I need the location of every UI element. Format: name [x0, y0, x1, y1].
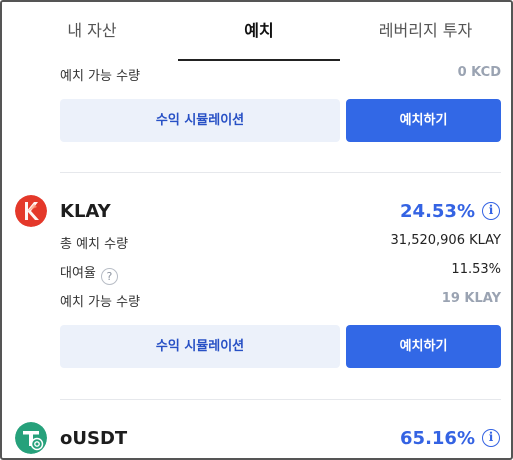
- asset-apy: 24.53%: [400, 201, 475, 222]
- prev-available-row: 예치 가능 수량 0 KCD: [60, 63, 501, 85]
- available-label: 예치 가능 수량: [60, 69, 141, 84]
- utilization-row: 대여율? 11.53%: [60, 260, 501, 285]
- app-frame: 내 자산 예치 레버리지 투자 예치 가능 수량 0 KCD 수익 시뮬레이션 …: [0, 0, 513, 460]
- available-row: 예치 가능 수량 19 KLAY: [60, 289, 501, 311]
- simulate-button[interactable]: 수익 시뮬레이션: [60, 325, 340, 368]
- tab-my-assets[interactable]: 내 자산: [6, 2, 178, 62]
- asset-apy: 65.16%: [400, 428, 475, 449]
- tab-bar: 내 자산 예치 레버리지 투자: [2, 2, 511, 62]
- tab-leverage-investment[interactable]: 레버리지 투자: [340, 2, 511, 62]
- asset-name: oUSDT: [60, 428, 128, 449]
- active-tab-indicator: [178, 59, 340, 61]
- info-icon[interactable]: i: [482, 202, 500, 220]
- total-deposit-row: 총 예치 수량 31,520,906 KLAY: [60, 231, 501, 253]
- deposit-button[interactable]: 예치하기: [346, 325, 501, 368]
- utilization-label: 대여율?: [60, 262, 118, 285]
- available-label: 예치 가능 수량: [60, 295, 141, 310]
- ousdt-logo-icon: [15, 422, 47, 454]
- deposit-button[interactable]: 예치하기: [346, 99, 501, 142]
- klay-logo-icon: [15, 195, 47, 227]
- utilization-value: 11.53%: [451, 262, 501, 277]
- info-icon[interactable]: i: [482, 429, 500, 447]
- available-value: 19 KLAY: [441, 291, 501, 306]
- tab-deposit[interactable]: 예치: [178, 2, 340, 62]
- utilization-label-text: 대여율: [60, 266, 96, 281]
- total-deposit-label: 총 예치 수량: [60, 237, 129, 252]
- asset-name: KLAY: [60, 201, 111, 222]
- section-divider: [60, 172, 501, 173]
- total-deposit-value: 31,520,906 KLAY: [390, 233, 501, 248]
- help-icon[interactable]: ?: [100, 268, 118, 285]
- simulate-button[interactable]: 수익 시뮬레이션: [60, 99, 340, 142]
- section-divider: [60, 399, 501, 400]
- available-value: 0 KCD: [457, 65, 501, 80]
